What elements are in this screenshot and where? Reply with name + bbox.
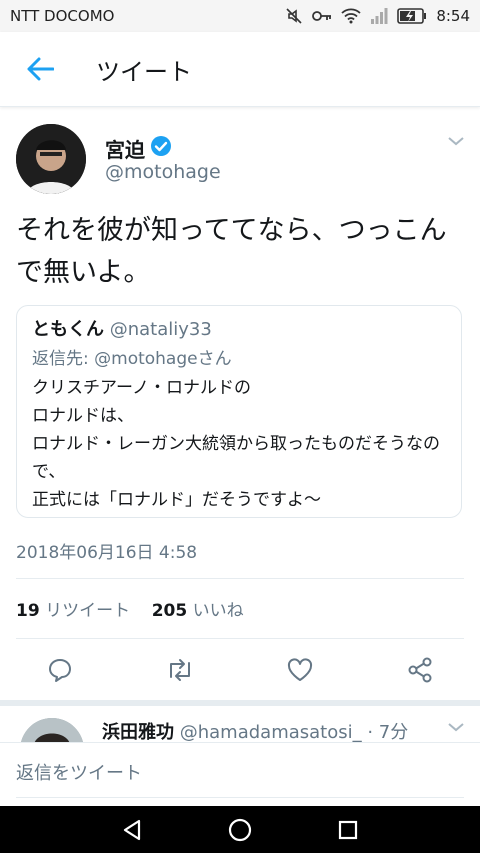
system-nav-bar [0,806,480,853]
reply-compose-bar: 返信をツイート [0,742,480,808]
app-bar: ツイート [0,32,480,107]
retweet-label[interactable]: リツイート [45,601,130,621]
quoted-tweet-card[interactable]: ともくん @nataliy33 返信先: @motohageさん クリスチアーノ… [16,305,462,518]
nav-back-button[interactable] [118,816,146,844]
heart-icon [287,658,313,681]
retweet-icon [170,659,190,681]
tweet-text: それを彼が知っててなら、つっこんで無いよ。 [16,215,447,288]
signal-icon [370,8,388,24]
nav-home-button[interactable] [226,816,254,844]
key-icon [312,9,332,23]
like-count[interactable]: 205 [152,601,188,621]
wifi-icon [341,8,361,24]
reply-button[interactable] [44,654,76,686]
status-bar: NTT DOCOMO 8:54 [0,0,480,32]
like-button[interactable] [284,654,316,686]
nav-recents-button[interactable] [334,816,362,844]
quoted-text-line: ロナルドは、 [32,406,134,426]
quoted-tweet-text: クリスチアーノ・ロナルドの ロナルドは、 ロナルド・レーガン大統領から取ったもの… [32,374,446,514]
compose-underline [16,797,464,798]
mute-icon [285,7,303,25]
battery-charging-icon [397,8,427,24]
quoted-author-name: ともくん [32,319,104,340]
author-name[interactable]: 宮迫 [105,134,145,163]
tweet-stats: 19 リツイート 205 いいね [16,596,244,621]
back-arrow-icon [27,57,54,81]
carrier-label: NTT DOCOMO [10,7,115,25]
share-icon [408,657,432,683]
reply-time-ago: · 7分 [367,722,409,743]
back-button[interactable] [20,49,60,89]
reply-options-chevron-icon[interactable] [446,719,466,738]
section-separator [0,700,480,706]
share-button[interactable] [404,654,436,686]
page-title: ツイート [96,57,192,86]
reply-author-handle[interactable]: @hamadamasatosi_ [180,722,362,743]
circle-home-icon [228,818,252,842]
clock-time: 8:54 [436,7,470,25]
quoted-tweet-header: ともくん @nataliy33 [32,316,446,344]
quoted-text-line: 正式には「ロナルド」だそうですよ〜 [32,490,321,510]
triangle-back-icon [123,819,141,841]
divider [16,638,464,639]
quoted-reply-to: 返信先: @motohageさん [32,349,232,369]
tweet-timestamp: 2018年06月16日 4:58 [16,543,198,563]
quoted-text-line: ロナルド・レーガン大統領から取ったものだそうなので、 [32,434,440,482]
quoted-text-line: クリスチアーノ・ロナルドの [32,378,251,398]
reply-icon [49,659,71,682]
retweet-count[interactable]: 19 [16,601,40,621]
author-handle[interactable]: @motohage [105,161,221,183]
reply-header: 浜田雅功 @hamadamasatosi_ · 7分 [102,718,408,744]
tweet-options-chevron-icon[interactable] [446,133,466,152]
author-avatar[interactable] [16,124,86,194]
square-recents-icon [338,820,358,840]
reply-author-name[interactable]: 浜田雅功 [102,722,174,743]
reply-input[interactable]: 返信をツイート [16,759,142,785]
status-icons: 8:54 [285,7,470,25]
divider [16,578,464,579]
quoted-author-handle: @nataliy33 [109,319,212,340]
like-label[interactable]: いいね [193,601,244,621]
verified-badge-icon [150,135,172,161]
retweet-button[interactable] [164,654,196,686]
